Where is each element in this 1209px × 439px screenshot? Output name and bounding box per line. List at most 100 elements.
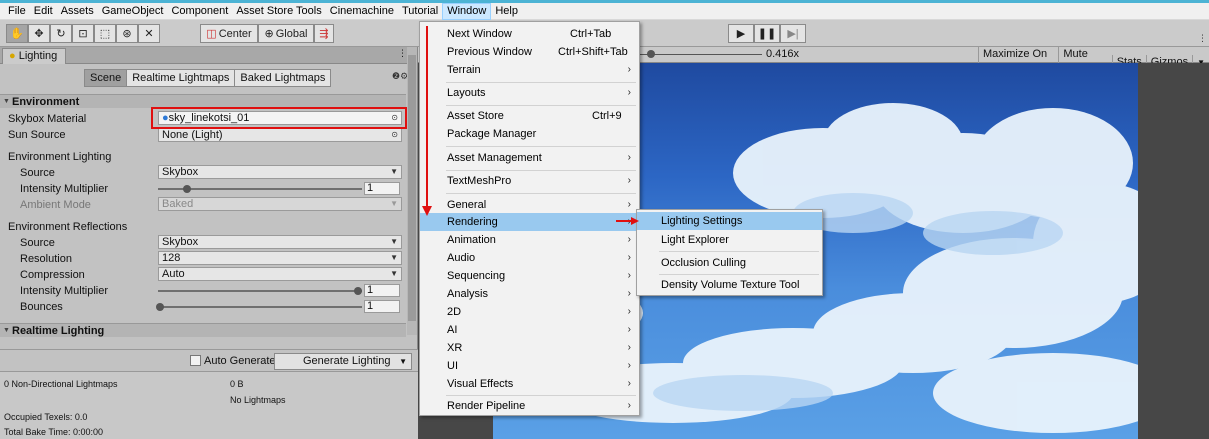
step-icon[interactable]: ▶| (780, 24, 806, 43)
annotation-arrows (422, 26, 639, 225)
source-dropdown[interactable]: Skybox ▼ (158, 165, 402, 179)
rotate-tool-icon[interactable]: ↻ (50, 24, 72, 43)
menu-tutorial[interactable]: Tutorial (398, 3, 442, 20)
help-icon[interactable]: ❷⚙ (392, 71, 408, 82)
reflection-intensity-knob[interactable] (354, 287, 362, 295)
rect-tool-icon[interactable]: ⬚ (94, 24, 116, 43)
menu-asset-store-tools[interactable]: Asset Store Tools (232, 3, 325, 20)
lighting-scrollbar[interactable] (407, 47, 417, 335)
menu-component[interactable]: Component (167, 3, 232, 20)
reflection-source-dropdown[interactable]: Skybox ▼ (158, 235, 402, 249)
intensity-multiplier-label: Intensity Multiplier (20, 183, 109, 195)
ambient-mode-dropdown: Baked ▼ (158, 197, 402, 211)
chevron-down-icon: ▼ (390, 199, 398, 208)
intensity-value-field[interactable]: 1 (364, 182, 400, 195)
bulb-icon: ● (9, 50, 16, 62)
pivot-global-button[interactable]: ⊕ Global (258, 24, 314, 43)
globe-icon: ⊕ (264, 28, 274, 40)
realtime-lighting-header[interactable]: ▼ Realtime Lighting (0, 323, 406, 337)
menu-item-ai[interactable]: AI › (420, 321, 639, 339)
menu-item-ui[interactable]: UI › (420, 357, 639, 375)
segment-baked-lightmaps[interactable]: Baked Lightmaps (234, 69, 332, 87)
annotation-arrow-right-head (631, 217, 639, 225)
compression-dropdown[interactable]: Auto ▼ (158, 267, 402, 281)
bounces-label: Bounces (20, 301, 63, 313)
menu-window[interactable]: Window (442, 2, 492, 20)
reflection-source-label: Source (20, 237, 55, 249)
panel-menu-icon[interactable]: ⋮ (398, 48, 407, 59)
submenu-item-lighting-settings[interactable]: Lighting Settings (637, 212, 822, 230)
menu-item-label: XR (447, 342, 463, 354)
generate-lighting-button[interactable]: Generate Lighting ▼ (274, 353, 412, 370)
menu-item-label: UI (447, 360, 458, 372)
menu-item-render-pipeline[interactable]: Render Pipeline › (420, 397, 639, 415)
menu-assets[interactable]: Assets (57, 3, 98, 20)
reflection-intensity-value[interactable]: 1 (364, 284, 400, 297)
playback-controls: ▶ ❚❚ ▶| (728, 24, 806, 43)
bounces-slider[interactable] (158, 306, 362, 308)
transform-tool-icon[interactable]: ⊛ (116, 24, 138, 43)
custom-tool-icon[interactable]: ✕ (138, 24, 160, 43)
environment-reflections-label: Environment Reflections (8, 221, 128, 233)
ambient-mode-label: Ambient Mode (20, 199, 91, 211)
play-icon[interactable]: ▶ (728, 24, 754, 43)
resolution-dropdown[interactable]: 128 ▼ (158, 251, 402, 265)
move-tool-icon[interactable]: ✥ (28, 24, 50, 43)
skybox-highlight-box (151, 107, 407, 129)
menu-gameobject[interactable]: GameObject (98, 3, 168, 20)
menu-bar: File Edit Assets GameObject Component As… (0, 0, 1209, 20)
menu-item-sequencing[interactable]: Sequencing › (420, 267, 639, 285)
scale-tool-icon[interactable]: ⊡ (72, 24, 94, 43)
sun-source-field[interactable]: None (Light) ⊙ (158, 128, 402, 142)
lighting-tab[interactable]: ● Lighting (2, 48, 67, 64)
pause-icon[interactable]: ❚❚ (754, 24, 780, 43)
total-bake-time: Total Bake Time: 0:00:00 (4, 427, 104, 437)
menu-item-analysis[interactable]: Analysis › (420, 285, 639, 303)
submenu-item-occlusion-culling[interactable]: Occlusion Culling (637, 254, 822, 272)
menu-file[interactable]: File (4, 3, 30, 20)
segment-realtime-lightmaps[interactable]: Realtime Lightmaps (126, 69, 236, 87)
menu-item-label: AI (447, 324, 458, 336)
compression-value: Auto (162, 268, 185, 280)
menu-item-audio[interactable]: Audio › (420, 249, 639, 267)
environment-header[interactable]: ▼ Environment (0, 94, 406, 108)
menu-item-xr[interactable]: XR › (420, 339, 639, 357)
chevron-down-icon: ▼ (390, 269, 398, 278)
menu-separator (659, 274, 819, 275)
menu-help[interactable]: Help (491, 3, 522, 20)
snap-icon[interactable]: ⇶ (314, 24, 334, 43)
global-label: Global (275, 27, 308, 40)
hand-tool-icon[interactable]: ✋ (6, 24, 28, 43)
bounces-value-field[interactable]: 1 (364, 300, 400, 313)
resolution-value: 128 (162, 252, 181, 264)
no-lightmaps-text: No Lightmaps (230, 395, 286, 405)
reflection-intensity-slider[interactable] (158, 290, 362, 292)
menu-item-animation[interactable]: Animation › (420, 231, 639, 249)
menu-item-2d[interactable]: 2D › (420, 303, 639, 321)
sun-source-label: Sun Source (8, 129, 66, 141)
panel-menu-icon[interactable]: ⋮ (1198, 33, 1207, 44)
menu-item-visual-effects[interactable]: Visual Effects › (420, 375, 639, 393)
intensity-slider-knob[interactable] (183, 185, 191, 193)
reflection-source-value: Skybox (162, 236, 199, 248)
object-picker-icon[interactable]: ⊙ (391, 129, 398, 141)
center-icon: ◫ (206, 28, 217, 40)
submenu-arrow-icon: › (627, 306, 631, 317)
submenu-item-density-volume-texture-tool[interactable]: Density Volume Texture Tool (637, 276, 822, 294)
scrollbar-thumb[interactable] (408, 55, 416, 321)
pivot-center-button[interactable]: ◫ Center (200, 24, 258, 43)
center-label: Center (218, 27, 252, 40)
lighting-segments: Scene Realtime Lightmaps Baked Lightmaps (84, 69, 332, 87)
menu-edit[interactable]: Edit (30, 3, 57, 20)
chevron-down-icon[interactable]: ▼ (399, 354, 407, 369)
menu-cinemachine[interactable]: Cinemachine (326, 3, 398, 20)
bounces-slider-knob[interactable] (156, 303, 164, 311)
segment-scene[interactable]: Scene (84, 69, 128, 87)
auto-generate-checkbox[interactable] (190, 355, 201, 366)
menu-item-label: Analysis (447, 288, 488, 300)
generate-row: Auto Generate Generate Lighting ▼ (0, 349, 418, 371)
submenu-item-light-explorer[interactable]: Light Explorer (637, 231, 822, 249)
lighting-panel: ● Lighting ⋮ Scene Realtime Lightmaps Ba… (0, 47, 418, 439)
game-view-letterbox (1138, 63, 1209, 439)
menu-item-label: Render Pipeline (447, 400, 526, 412)
